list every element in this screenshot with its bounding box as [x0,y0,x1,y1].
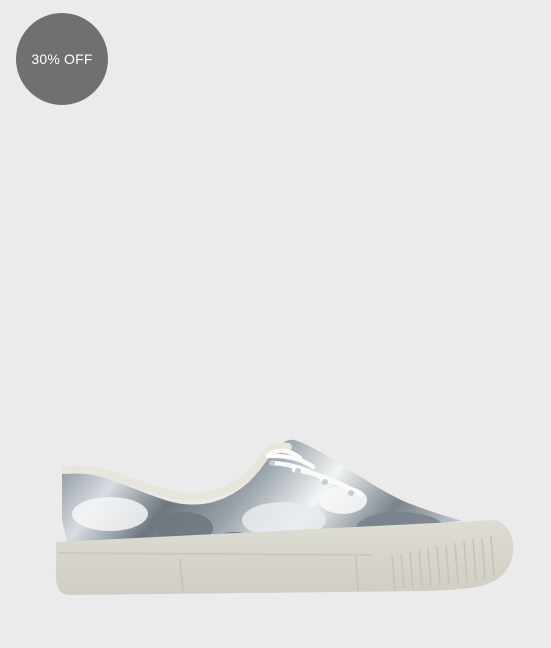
discount-badge: 30% OFF [16,13,108,105]
discount-text: 30% OFF [31,51,93,67]
product-card[interactable]: 30% OFF [0,0,551,648]
